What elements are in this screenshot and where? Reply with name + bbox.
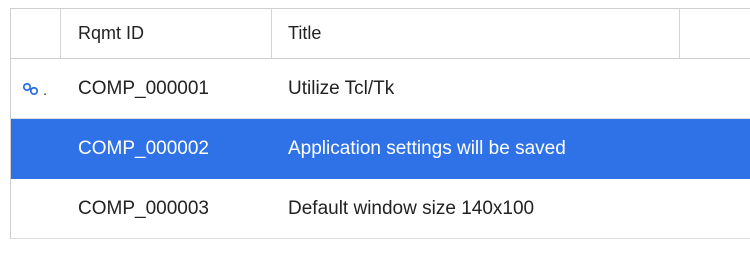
- row-id-cell[interactable]: COMP_000001: [61, 59, 272, 118]
- row-title: Application settings will be saved: [288, 137, 566, 159]
- table-row[interactable]: COMP_000003 Default window size 140x100: [11, 179, 750, 239]
- header-icon-column[interactable]: [11, 9, 61, 58]
- row-id-cell[interactable]: COMP_000003: [61, 179, 272, 238]
- row-title-cell[interactable]: Utilize Tcl/Tk: [272, 59, 680, 118]
- requirements-table: Rqmt ID Title . COMP_000001 Utilize Tcl/…: [10, 8, 750, 239]
- row-icon-cell[interactable]: .: [11, 59, 61, 118]
- table-header-row: Rqmt ID Title: [11, 9, 750, 59]
- link-icon[interactable]: [21, 81, 45, 97]
- row-title: Default window size 140x100: [288, 197, 535, 219]
- row-icon-cell[interactable]: [11, 179, 61, 238]
- row-id: COMP_000002: [78, 137, 209, 159]
- row-id-cell[interactable]: COMP_000002: [61, 119, 272, 178]
- row-title-cell[interactable]: Default window size 140x100: [272, 179, 680, 238]
- row-title: Utilize Tcl/Tk: [288, 77, 395, 99]
- row-icon-cell[interactable]: [11, 119, 61, 178]
- row-extra-cell[interactable]: [680, 119, 750, 178]
- table-row[interactable]: . COMP_000001 Utilize Tcl/Tk: [11, 59, 750, 119]
- row-title-cell[interactable]: Application settings will be saved: [272, 119, 680, 178]
- header-title-label: Title: [288, 23, 322, 43]
- header-extra-column[interactable]: [680, 9, 750, 58]
- header-rqmt-id[interactable]: Rqmt ID: [61, 9, 272, 58]
- header-rqmt-id-label: Rqmt ID: [78, 23, 145, 43]
- row-extra-cell[interactable]: [680, 59, 750, 118]
- table-row-selected[interactable]: COMP_000002 Application settings will be…: [11, 119, 750, 179]
- row-id: COMP_000001: [78, 77, 209, 99]
- row-id: COMP_000003: [78, 197, 209, 219]
- header-title[interactable]: Title: [272, 9, 680, 58]
- row-extra-cell[interactable]: [680, 179, 750, 238]
- link-ellipsis: .: [43, 82, 48, 99]
